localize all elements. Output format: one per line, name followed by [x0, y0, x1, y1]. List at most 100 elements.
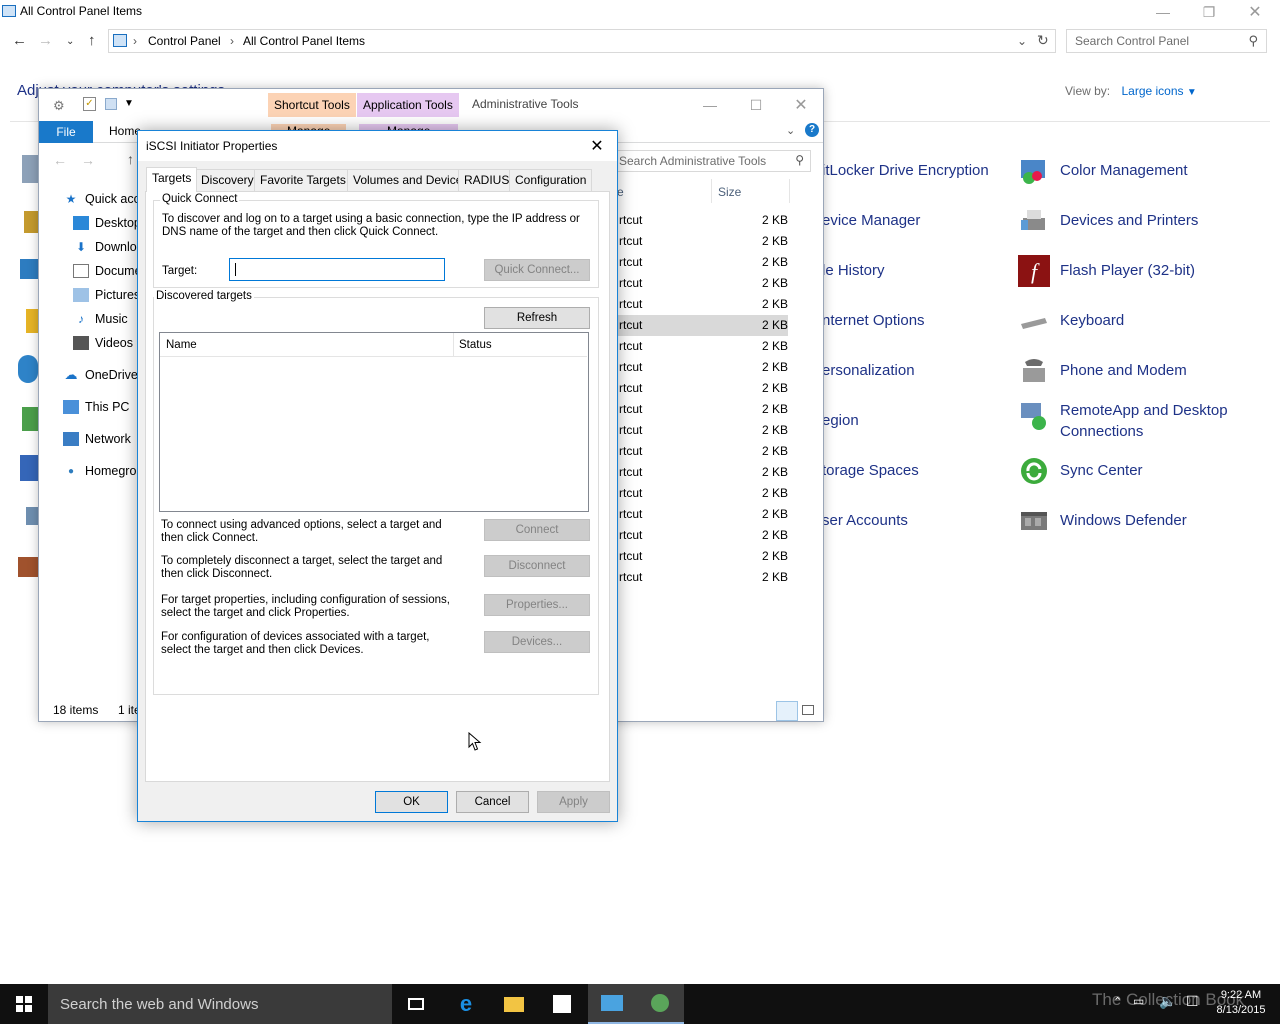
back-arrow-icon[interactable]: ← — [53, 152, 67, 168]
nav-pictures[interactable]: Pictures — [73, 288, 140, 302]
disconnect-button[interactable]: Disconnect — [484, 555, 590, 577]
tab-configuration[interactable]: Configuration — [509, 169, 593, 191]
iscsi-taskbar-icon[interactable] — [636, 984, 684, 1024]
cp-item-device-manager[interactable]: evice Manager — [822, 210, 920, 231]
cp-item-sync-center[interactable]: Sync Center — [1018, 455, 1143, 487]
file-explorer-icon[interactable] — [490, 984, 538, 1024]
file-row[interactable]: rtcut 2 KB — [616, 231, 788, 252]
cp-item-color-management[interactable]: Color Management — [1018, 155, 1188, 187]
dropdown-chevron-icon[interactable]: ⌄ — [1017, 34, 1027, 48]
volume-icon[interactable]: 🔈 — [1159, 993, 1176, 1010]
file-row[interactable]: rtcut 2 KB — [616, 210, 788, 231]
refresh-button[interactable]: Refresh — [484, 307, 590, 329]
view-by-dropdown[interactable]: Large icons — [1121, 84, 1183, 98]
file-row[interactable]: rtcut 2 KB — [616, 462, 788, 483]
file-row[interactable]: rtcut 2 KB — [616, 315, 788, 336]
cp-item-flash-player[interactable]: f Flash Player (32-bit) — [1018, 255, 1195, 287]
properties-icon[interactable]: ⚙ — [53, 98, 65, 114]
cp-item-keyboard[interactable]: Keyboard — [1018, 305, 1124, 337]
nav-onedrive[interactable]: ☁ OneDrive — [63, 367, 138, 382]
details-view-icon[interactable] — [776, 701, 798, 721]
restore-button[interactable]: ❐ — [1186, 0, 1232, 24]
nav-downloads[interactable]: ⬇ Downlo — [73, 240, 137, 254]
file-row[interactable]: rtcut 2 KB — [616, 378, 788, 399]
file-row[interactable]: rtcut 2 KB — [616, 273, 788, 294]
cp-item-internet-options[interactable]: nternet Options — [822, 310, 925, 331]
column-status[interactable]: Status — [459, 339, 492, 351]
cp-item-remoteapp[interactable]: RemoteApp and Desktop Connections — [1018, 400, 1258, 442]
tab-targets[interactable]: Targets — [146, 167, 198, 192]
close-button[interactable]: ✕ — [584, 135, 610, 157]
breadcrumb-control-panel[interactable]: Control Panel — [148, 34, 221, 48]
cp-item-user-accounts[interactable]: ser Accounts — [822, 510, 908, 531]
store-icon[interactable] — [538, 984, 586, 1024]
edge-icon[interactable]: e — [442, 984, 490, 1024]
nav-network[interactable]: Network — [63, 432, 131, 446]
tab-discovery[interactable]: Discovery — [195, 169, 260, 191]
properties-button[interactable]: Properties... — [484, 594, 590, 616]
file-row[interactable]: rtcut 2 KB — [616, 252, 788, 273]
start-button[interactable] — [0, 984, 48, 1024]
nav-music[interactable]: ♪ Music — [73, 312, 128, 326]
cp-item-phone-modem[interactable]: Phone and Modem — [1018, 355, 1187, 387]
tab-shortcut-tools[interactable]: Shortcut Tools — [268, 93, 356, 117]
search-input[interactable]: Search Control Panel ⚲ — [1066, 29, 1267, 53]
nav-homegroup[interactable]: ● Homegro — [63, 464, 136, 478]
file-row[interactable]: rtcut 2 KB — [616, 567, 788, 588]
expand-ribbon-icon[interactable]: ⌄ — [786, 124, 795, 137]
cp-item-storage-spaces[interactable]: torage Spaces — [822, 460, 919, 481]
task-view-icon[interactable] — [392, 984, 440, 1024]
cp-item-windows-defender[interactable]: Windows Defender — [1018, 505, 1187, 537]
dropdown-arrow-icon[interactable]: ▼ — [1187, 87, 1197, 98]
show-hidden-icons-icon[interactable]: ⌃ — [1113, 995, 1122, 1008]
devices-button[interactable]: Devices... — [484, 631, 590, 653]
cancel-button[interactable]: Cancel — [456, 791, 529, 813]
customize-qat-icon[interactable]: ▼ — [124, 98, 134, 109]
nav-this-pc[interactable]: This PC — [63, 400, 129, 414]
apply-button[interactable]: Apply — [537, 791, 610, 813]
up-arrow-icon[interactable]: ↑ — [88, 32, 96, 49]
close-button[interactable]: ✕ — [1232, 0, 1278, 24]
nav-quick-access[interactable]: ★ Quick acc — [63, 192, 140, 206]
up-arrow-icon[interactable]: ↑ — [127, 151, 134, 167]
nav-videos[interactable]: Videos — [73, 336, 133, 350]
file-row[interactable]: rtcut 2 KB — [616, 525, 788, 546]
help-icon[interactable]: ? — [805, 123, 819, 137]
refresh-icon[interactable]: ↻ — [1037, 32, 1049, 49]
target-input[interactable] — [229, 258, 445, 281]
tab-favorite-targets[interactable]: Favorite Targets — [254, 169, 352, 191]
forward-arrow-icon[interactable]: → — [81, 152, 95, 168]
file-row[interactable]: rtcut 2 KB — [616, 441, 788, 462]
file-row[interactable]: rtcut 2 KB — [616, 420, 788, 441]
explorer-search-input[interactable]: Search Administrative Tools ⚲ — [614, 150, 811, 172]
cp-item-bitlocker[interactable]: itLocker Drive Encryption — [822, 160, 989, 181]
address-box[interactable]: › Control Panel › All Control Panel Item… — [108, 29, 1056, 53]
file-row[interactable]: rtcut 2 KB — [616, 336, 788, 357]
maximize-button[interactable]: ☐ — [733, 91, 779, 119]
nav-documents[interactable]: Docume — [73, 264, 142, 278]
control-panel-taskbar-icon[interactable] — [588, 984, 636, 1024]
close-button[interactable]: ✕ — [779, 91, 823, 119]
checkmark-icon[interactable]: ✓ — [83, 97, 96, 111]
recent-chevron-icon[interactable]: ⌄ — [66, 36, 74, 47]
tab-application-tools[interactable]: Application Tools — [357, 93, 459, 117]
nav-desktop[interactable]: Desktop — [73, 216, 141, 230]
connect-button[interactable]: Connect — [484, 519, 590, 541]
taskbar-search[interactable]: Search the web and Windows — [48, 984, 392, 1024]
file-row[interactable]: rtcut 2 KB — [616, 546, 788, 567]
minimize-button[interactable]: — — [1140, 0, 1186, 24]
tab-file[interactable]: File — [39, 121, 93, 143]
minimize-button[interactable]: — — [687, 91, 733, 119]
back-arrow-icon[interactable]: ← — [12, 32, 27, 49]
cp-item-file-history[interactable]: le History — [822, 260, 885, 281]
ok-button[interactable]: OK — [375, 791, 448, 813]
column-name[interactable]: Name — [166, 339, 197, 351]
breadcrumb-all-items[interactable]: All Control Panel Items — [243, 34, 365, 48]
cp-item-devices-printers[interactable]: Devices and Printers — [1018, 205, 1198, 237]
file-row[interactable]: rtcut 2 KB — [616, 294, 788, 315]
tab-volumes-devices[interactable]: Volumes and Devices — [347, 169, 475, 191]
file-row[interactable]: rtcut 2 KB — [616, 357, 788, 378]
file-row[interactable]: rtcut 2 KB — [616, 504, 788, 525]
file-row[interactable]: rtcut 2 KB — [616, 483, 788, 504]
new-folder-icon[interactable] — [105, 98, 117, 110]
